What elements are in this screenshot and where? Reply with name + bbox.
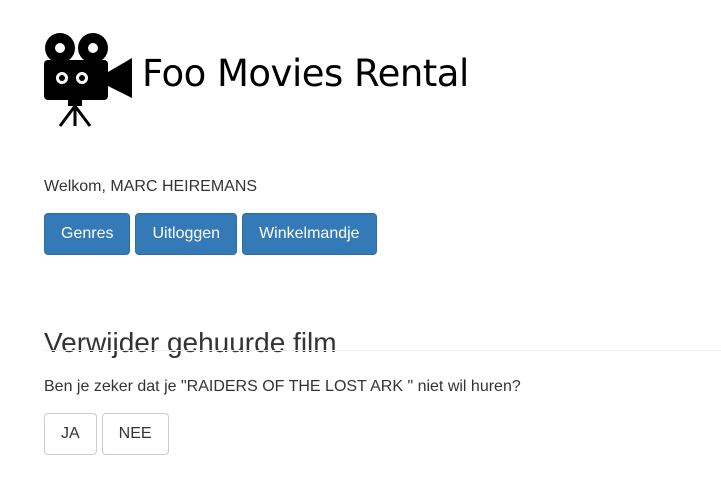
logout-button[interactable]: Uitloggen <box>135 213 238 255</box>
site-logo[interactable]: Foo Movies Rental <box>40 30 500 128</box>
cart-button[interactable]: Winkelmandje <box>242 213 377 255</box>
genres-button[interactable]: Genres <box>44 213 131 255</box>
page-heading: Verwijder gehuurde film <box>44 327 337 359</box>
confirm-buttons: JA NEE <box>44 413 169 455</box>
page: Foo Movies Rental Welkom, MARC HEIREMANS… <box>0 0 721 491</box>
nav-buttons: Genres Uitloggen Winkelmandje <box>44 213 377 255</box>
movie-camera-icon <box>44 33 132 127</box>
yes-button[interactable]: JA <box>44 413 97 455</box>
heading-divider <box>44 350 721 351</box>
no-button[interactable]: NEE <box>101 413 169 455</box>
confirm-question: Ben je zeker dat je "RAIDERS OF THE LOST… <box>44 378 521 395</box>
welcome-text: Welkom, MARC HEIREMANS <box>44 178 258 195</box>
site-title: Foo Movies Rental <box>142 52 469 95</box>
